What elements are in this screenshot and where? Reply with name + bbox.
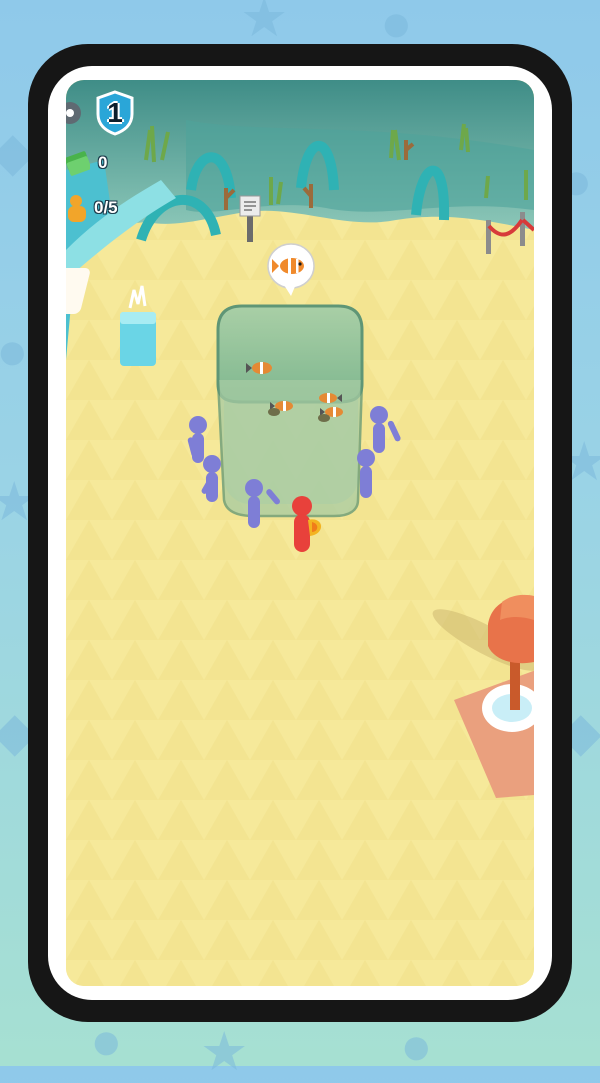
capacity-count: 0/5 [94, 198, 118, 217]
cash-stack-icon [66, 151, 90, 176]
fish-tank [216, 304, 364, 518]
gear-icon[interactable] [66, 98, 88, 128]
game-scene [66, 80, 534, 986]
background-starfish-icon: ★ [200, 1022, 249, 1082]
cash-amount: 0 [98, 153, 108, 172]
level-number: 1 [107, 97, 123, 128]
info-sign-post [247, 214, 253, 242]
background-bubble-icon: ● [400, 1016, 433, 1076]
visitor-capacity: 0/5 [66, 192, 118, 224]
cash-counter: 0 [66, 150, 107, 176]
game-screen[interactable]: 1 0 0/5 [66, 80, 534, 986]
hud-top-left: 1 [66, 90, 136, 136]
visitor-group-icon [68, 195, 86, 222]
background-starfish-icon: ★ [240, 0, 289, 48]
level-badge: 1 [94, 90, 136, 136]
background-bubble-icon: ● [0, 321, 29, 381]
